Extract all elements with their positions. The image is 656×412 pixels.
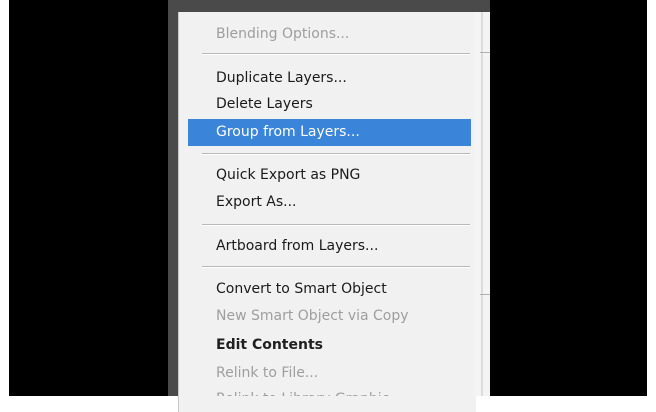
menu-edge-divider: [481, 12, 483, 396]
edge-tick: [480, 52, 490, 53]
menu-item-blending-options: Blending Options...: [216, 26, 350, 42]
menu-item-artboard-from-layers[interactable]: Artboard from Layers...: [216, 234, 456, 258]
menu-item-duplicate-layers[interactable]: Duplicate Layers...: [216, 66, 456, 90]
menu-item-new-smart-object-via-copy: New Smart Object via Copy: [216, 308, 409, 324]
menu-separator: [202, 53, 470, 55]
menu-item-export-as[interactable]: Export As...: [216, 190, 456, 214]
edge-tick: [480, 294, 490, 295]
menu-item-convert-to-smart-object[interactable]: Convert to Smart Object: [216, 277, 456, 301]
menu-item-delete-layers[interactable]: Delete Layers: [216, 92, 456, 116]
menu-separator: [202, 153, 470, 155]
menu-item-relink-to-file: Relink to File...: [216, 365, 319, 381]
menu-separator: [202, 224, 470, 226]
menu-separator: [202, 266, 470, 268]
menu-item-quick-export-png[interactable]: Quick Export as PNG: [216, 163, 456, 187]
menu-item-group-from-layers[interactable]: Group from Layers...: [216, 120, 456, 144]
menu-item-edit-contents[interactable]: Edit Contents: [216, 333, 456, 357]
menu-item-relink-to-library-graphic: Relink to Library Graphic...: [216, 388, 456, 396]
